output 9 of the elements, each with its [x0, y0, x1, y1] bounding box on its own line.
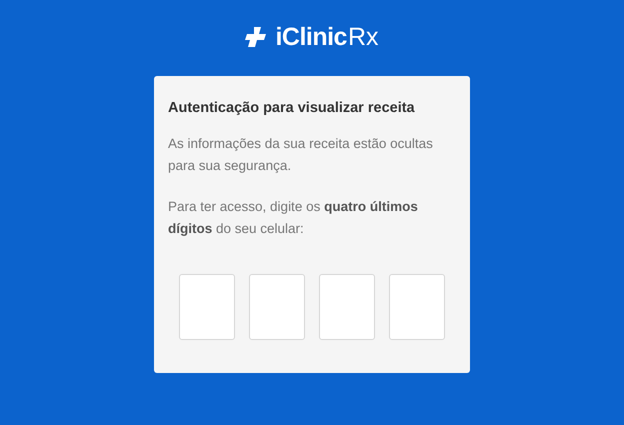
info-text: As informações da sua receita estão ocultas para sua segurança. — [168, 135, 434, 175]
brand-name: iClinic — [275, 22, 347, 52]
card-title: Autenticação para visualizar receita — [168, 100, 416, 116]
instruction-text: Para ter acesso, digite os quatro últimos dígitos do seu celular: — [168, 198, 419, 238]
brand-suffix: Rx — [348, 22, 379, 52]
digit-field[interactable] — [319, 274, 375, 340]
digit-field[interactable] — [249, 274, 305, 340]
digit-field[interactable] — [389, 274, 445, 340]
digit-field[interactable] — [179, 274, 235, 340]
